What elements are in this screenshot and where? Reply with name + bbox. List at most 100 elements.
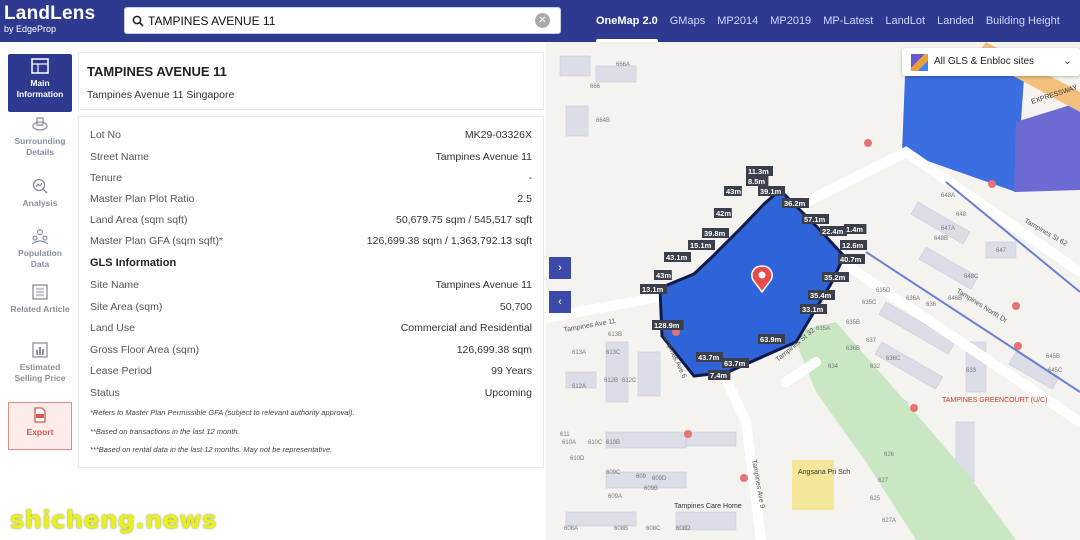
gls-row: Site Area (sqm) 50,700	[90, 299, 532, 317]
measurement-label: 63.9m	[760, 335, 782, 344]
brand-logo[interactable]: LandLens by EdgeProp	[4, 4, 95, 35]
rail-related-article[interactable]: Related Article	[8, 280, 72, 338]
page-title: TAMPINES AVENUE 11	[87, 64, 227, 79]
measurement-label: 35.4m	[810, 291, 832, 300]
block-label: 613C	[606, 350, 621, 356]
gls-label: Lease Period	[90, 365, 152, 377]
gls-row: Land Use Commercial and Residential	[90, 320, 532, 338]
map-view[interactable]: 11.3m 8.5m 39.1m 43m 36.2m 42m 57.1m 22.4m 1.4m 3…	[546, 42, 1080, 540]
gls-value: Upcoming	[484, 387, 532, 399]
gls-label: Site Area (sqm)	[90, 301, 163, 313]
detail-value: -	[528, 172, 533, 184]
layer-selector-label: All GLS & Enbloc sites	[934, 56, 1035, 67]
gls-value: Commercial and Residential	[400, 322, 532, 334]
rail-label: Estimated Selling Price	[14, 362, 66, 383]
place-label: TAMPINES GREENCOURT (U/C)	[942, 397, 1047, 404]
info-panel: TAMPINES AVENUE 11 Tampines Avenue 11 Si…	[78, 52, 544, 540]
measurement-label: 36.2m	[784, 199, 806, 208]
gls-label: Land Use	[90, 322, 135, 334]
rail-estimated-selling-price[interactable]: Estimated Selling Price	[8, 338, 72, 396]
measurement-label: 13.1m	[642, 285, 664, 294]
block-label: 637	[866, 338, 877, 344]
clear-search-icon[interactable]: ✕	[535, 13, 550, 28]
measurement-label: 39.8m	[704, 229, 726, 238]
block-label: 610C	[588, 440, 603, 446]
layer-selector[interactable]: All GLS & Enbloc sites ⌄	[902, 48, 1080, 76]
pdf-icon	[34, 407, 46, 423]
gls-value: Tampines Avenue 11	[435, 279, 532, 291]
enbloc-site[interactable]	[1014, 102, 1080, 192]
detail-value: 2.5	[517, 193, 532, 205]
block-label: 608C	[646, 526, 661, 532]
gls-value: 50,700	[499, 301, 532, 313]
block-label: 645C	[1048, 368, 1063, 374]
rail-population-data[interactable]: Population Data	[8, 224, 72, 282]
tab-mp2019[interactable]: MP2019	[770, 15, 811, 27]
tab-mp2014[interactable]: MP2014	[717, 15, 758, 27]
tab-onemap[interactable]: OneMap 2.0	[596, 15, 658, 43]
detail-row: Master Plan GFA (sqm sqft)* 126,699.38 sq…	[90, 233, 532, 251]
block-label: 613A	[572, 350, 586, 356]
block-label: 626	[884, 452, 895, 458]
road-label: Tampines North Dr	[955, 288, 1009, 325]
rail-surrounding-details[interactable]: Surrounding Details	[8, 112, 72, 170]
gls-heading: GLS Information	[90, 257, 177, 269]
block-label: 610A	[562, 440, 576, 446]
detail-value: Tampines Avenue 11	[435, 151, 532, 163]
block-label: 647	[996, 248, 1007, 254]
measurement-label: 43.1m	[666, 253, 688, 262]
block-label: 664B	[596, 118, 610, 124]
measurement-label: 11.3m	[748, 167, 769, 176]
top-bar: LandLens by EdgeProp TAMPINES AVENUE 11 …	[0, 0, 1080, 43]
title-card: TAMPINES AVENUE 11 Tampines Avenue 11 Si…	[78, 52, 544, 110]
measurement-label: 57.1m	[804, 215, 826, 224]
gls-row: Status Upcoming	[90, 385, 532, 403]
gls-label: Site Name	[90, 279, 140, 291]
block-label: 608A	[564, 526, 578, 532]
export-button[interactable]: Export	[8, 402, 72, 450]
measurement-label: 12.6m	[842, 241, 864, 250]
tab-gmaps[interactable]: GMaps	[670, 15, 705, 27]
measurement-label: 33.1m	[802, 305, 824, 314]
detail-label: Master Plan Plot Ratio	[90, 193, 195, 205]
measurement-label: 43.7m	[698, 353, 720, 362]
measurement-label: 39.1m	[760, 187, 782, 196]
rail-label: Related Article	[10, 304, 70, 314]
rail-label: Surrounding Details	[14, 136, 66, 157]
collapse-panel-button[interactable]: ‹	[549, 291, 571, 313]
tab-landlot[interactable]: LandLot	[885, 15, 925, 27]
block-label: 609C	[606, 470, 621, 476]
detail-row: Street Name Tampines Avenue 11	[90, 149, 532, 167]
detail-label: Lot No	[90, 129, 121, 141]
expand-panel-button[interactable]: ›	[549, 257, 571, 279]
address: Tampines Avenue 11 Singapore	[87, 89, 235, 101]
map-canvas[interactable]: 11.3m8.5m39.1m 43m 36.2m 42m 57.1m 22.4m 1.4m 3…	[546, 42, 1080, 540]
detail-label: Master Plan GFA (sqm sqft)*	[90, 235, 224, 247]
chevron-down-icon: ⌄	[1062, 55, 1072, 67]
search-bar[interactable]: TAMPINES AVENUE 11 ✕	[124, 7, 561, 34]
block-label: 634	[828, 364, 839, 370]
block-label: 635D	[876, 288, 891, 294]
measurement-label: 128.9m	[654, 321, 680, 330]
tab-building-height[interactable]: Building Height	[986, 15, 1060, 27]
block-label: 609D	[652, 476, 667, 482]
block-label: 608B	[614, 526, 628, 532]
layer-swatch-icon	[911, 54, 928, 71]
block-label: 636B	[846, 346, 860, 352]
people-icon	[31, 228, 49, 244]
search-icon	[132, 15, 144, 27]
tab-mp-latest[interactable]: MP-Latest	[823, 15, 873, 27]
block-label: 648	[956, 212, 967, 218]
rail-main-information[interactable]: Main Information	[8, 54, 72, 112]
block-label: 645B	[1046, 354, 1060, 360]
measurement-label: 63.7m	[724, 359, 746, 368]
block-label: 646B	[948, 296, 962, 302]
footnote: **Based on transactions in the last 12 m…	[90, 427, 240, 436]
tab-landed[interactable]: Landed	[937, 15, 974, 27]
block-label: 635C	[862, 300, 877, 306]
block-label: 612B	[604, 378, 618, 384]
measurement-label: 22.4m	[822, 227, 844, 236]
search-input[interactable]: TAMPINES AVENUE 11	[148, 14, 275, 28]
gls-row: Lease Period 99 Years	[90, 363, 532, 381]
side-rail: Main Information Surrounding Details Ana…	[0, 42, 78, 540]
